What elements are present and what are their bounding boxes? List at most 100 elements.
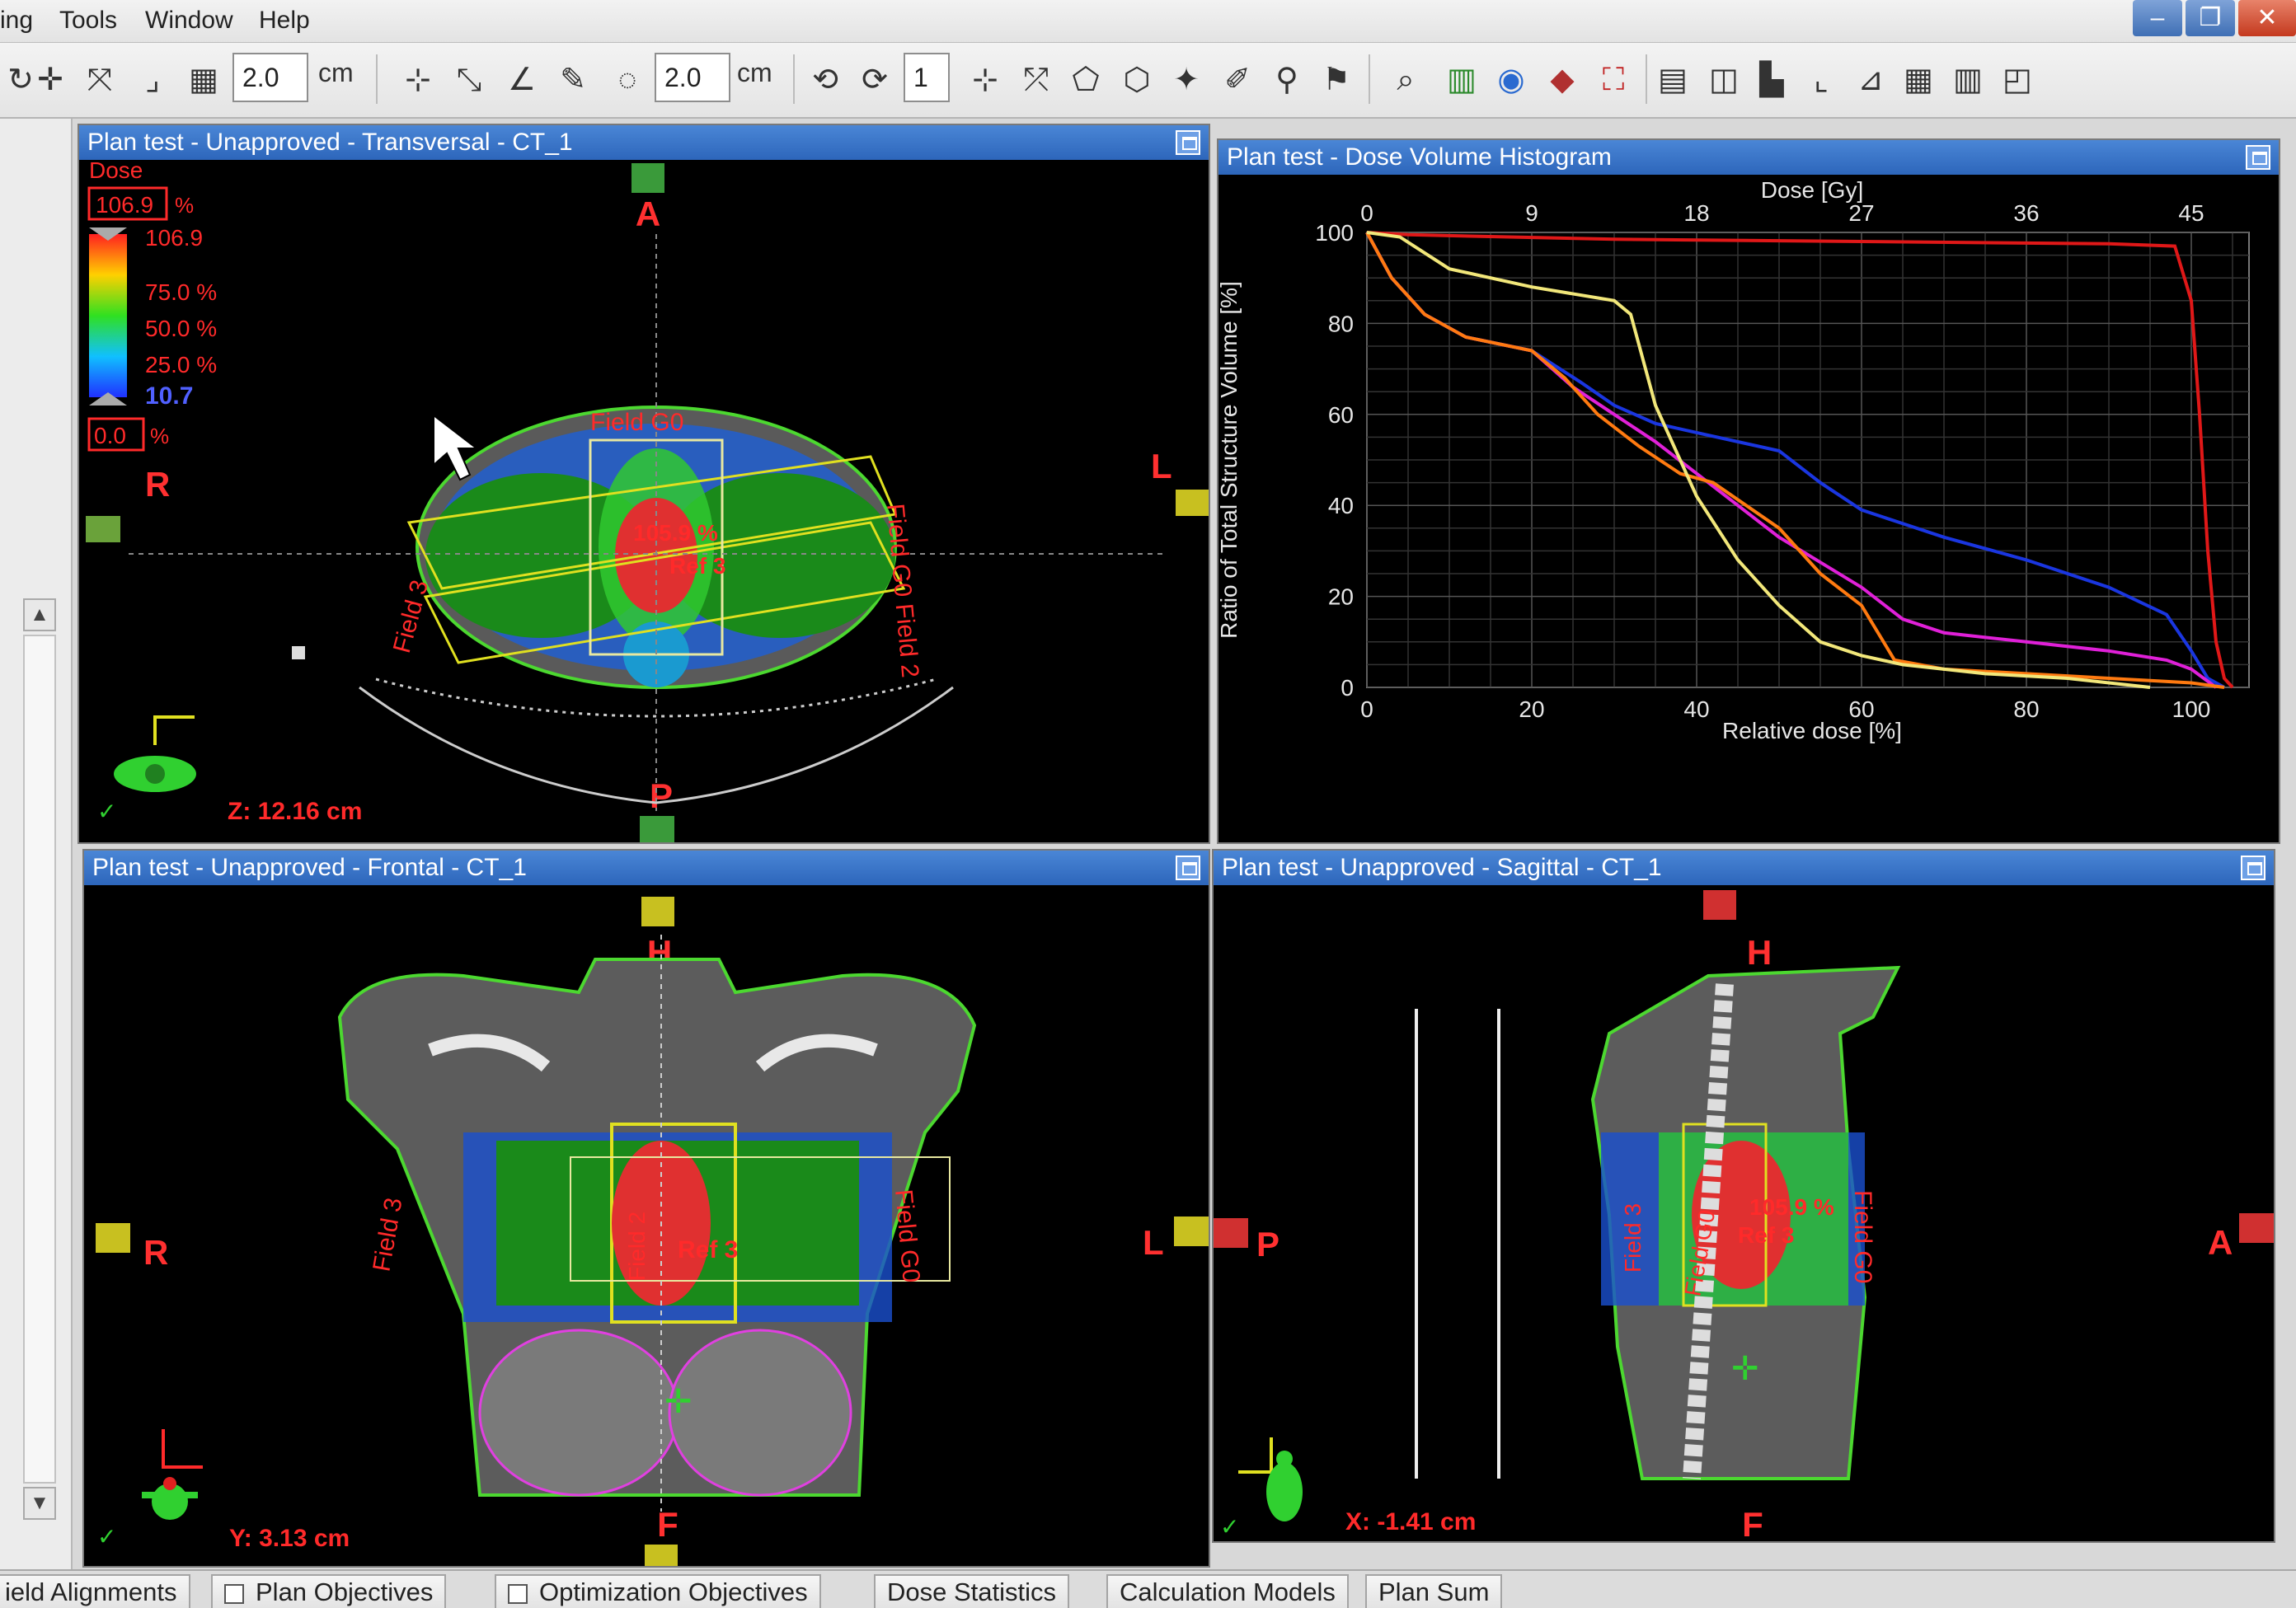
zoom-icon[interactable]: ⌕ — [1385, 58, 1426, 102]
left-sidebar: ▲ ▼ — [0, 119, 73, 1569]
rotate-right-icon[interactable]: ⟳ — [854, 58, 895, 102]
x-tick-label: 40 — [1683, 696, 1709, 722]
scroll-up-arrow[interactable]: ▲ — [23, 598, 56, 631]
shape2-icon[interactable]: ⬡ — [1116, 58, 1157, 102]
pin-icon[interactable]: ⚲ — [1266, 58, 1308, 102]
tab-calculation-models[interactable]: Calculation Models — [1106, 1574, 1349, 1608]
maximize-icon[interactable] — [2246, 145, 2270, 170]
crosshair-icon[interactable]: ✛ — [30, 58, 71, 102]
dvh-view[interactable]: Plan test - Dose Volume Histogram 0 20 40 6… — [1217, 138, 2280, 844]
chart-icon-5[interactable]: ⊿ — [1850, 58, 1891, 102]
orient-marker — [640, 816, 674, 842]
marker-square — [292, 646, 305, 659]
maximize-icon[interactable] — [1176, 856, 1200, 880]
measure-line-icon[interactable]: ⤡ — [448, 58, 490, 102]
dose-label: Dose — [89, 160, 143, 183]
tab-plan-sum[interactable]: Plan Sum — [1365, 1574, 1503, 1608]
scroll-down-arrow[interactable]: ▼ — [23, 1487, 56, 1520]
slice-step-field[interactable]: 1 — [904, 53, 950, 102]
frontal-view[interactable]: Plan test - Unapproved - Frontal - CT_1 … — [82, 849, 1210, 1568]
x-axis-label: Relative dose [%] — [1722, 718, 1902, 743]
ref-point-label: Ref 3 — [1738, 1222, 1794, 1248]
cube-icon[interactable]: ◆ — [1542, 58, 1583, 102]
tab-label: ield Alignments — [5, 1578, 177, 1606]
orient-A: A — [636, 195, 660, 233]
minimize-button[interactable]: – — [2133, 0, 2182, 36]
y-axis-label: Ratio of Total Structure Volume [%] — [1218, 281, 1242, 639]
chart-icon-3[interactable]: ▙ — [1751, 58, 1792, 102]
angle-icon[interactable]: ∠ — [501, 58, 542, 102]
level-75: 75.0 % — [145, 279, 217, 305]
point-add-icon[interactable]: ⊹ — [965, 58, 1006, 102]
x2-tick-label: 18 — [1683, 200, 1709, 226]
orient-marker — [1703, 890, 1736, 920]
tab-label: Dose Statistics — [887, 1578, 1057, 1606]
tab-checkbox[interactable] — [508, 1583, 528, 1604]
menu-item-window[interactable]: Window — [145, 7, 233, 35]
grid-icon[interactable]: ▦ — [183, 58, 224, 102]
scrollbar-track[interactable] — [23, 635, 56, 1484]
maximize-icon[interactable] — [2241, 856, 2265, 880]
margin-field[interactable]: 2.0 — [655, 53, 730, 102]
dose-max-value: 106.9 — [145, 225, 203, 251]
structure-icon[interactable]: ▥ — [1441, 58, 1482, 102]
move-icon[interactable]: ⤧ — [79, 58, 120, 102]
x2-tick-label: 9 — [1525, 200, 1538, 226]
isocenter-icon: ✛ — [1731, 1351, 1759, 1387]
field-label-center: Field 2 — [624, 1212, 650, 1281]
ruler-icon[interactable]: ⊹ — [397, 58, 439, 102]
level-50: 50.0 % — [145, 316, 217, 341]
chart-icon-4[interactable]: ⌞ — [1801, 58, 1842, 102]
panel-title: Plan test - Unapproved - Transversal - C… — [79, 125, 1209, 160]
wand-icon[interactable]: ✦ — [1166, 58, 1207, 102]
chart-icon-8[interactable]: ◰ — [1997, 58, 2038, 102]
tab-optimization-objectives[interactable]: Optimization Objectives — [495, 1574, 821, 1608]
menu-item-tools[interactable]: Tools — [59, 7, 117, 35]
dvh-chart: 0 20 40 60 80 1000 9 18 27 36 45020406080100 Relat… — [1218, 177, 2250, 743]
ref-point-label: Ref 3 — [669, 553, 725, 579]
split-icon[interactable]: ⤱ — [1016, 58, 1057, 102]
tab-dose-statistics[interactable]: Dose Statistics — [874, 1574, 1070, 1608]
fit-icon[interactable]: ⛶ — [1593, 58, 1634, 102]
orient-marker — [632, 163, 664, 193]
orient-marker — [641, 897, 674, 926]
shape-icon[interactable]: ⬠ — [1065, 58, 1106, 102]
orient-marker — [1176, 490, 1209, 516]
check-icon: ✓ — [97, 1524, 116, 1549]
organ-right — [668, 1329, 852, 1497]
grid-size-field[interactable]: 2.0 — [232, 53, 308, 102]
stamp-icon[interactable]: ⚑ — [1316, 58, 1357, 102]
menu-item-planning[interactable]: ing — [0, 7, 33, 35]
menu-item-help[interactable]: Help — [259, 7, 310, 35]
tab-plan-objectives[interactable]: Plan Objectives — [211, 1574, 447, 1608]
circle-tool-icon[interactable]: ◌ — [607, 58, 648, 102]
globe-icon[interactable]: ◉ — [1491, 58, 1532, 102]
maximize-icon[interactable] — [1176, 130, 1200, 155]
toolbar-separator — [793, 54, 795, 104]
corner-icon[interactable]: ⌟ — [132, 58, 173, 102]
chart-icon-2[interactable]: ◫ — [1703, 58, 1744, 102]
orient-A: A — [2208, 1223, 2233, 1262]
chart-icon-1[interactable]: ▤ — [1652, 58, 1693, 102]
rotate-left-icon[interactable]: ⟲ — [805, 58, 846, 102]
tab-label: Calculation Models — [1120, 1578, 1336, 1606]
brush-icon[interactable]: ✐ — [1217, 58, 1258, 102]
orientation-figure-icon — [1266, 1462, 1303, 1521]
sagittal-view[interactable]: Plan test - Unapproved - Sagittal - CT_1… — [1212, 849, 2275, 1543]
menu-bar: ing Tools Window Help – ❐ ✕ — [0, 0, 2296, 43]
slice-coordinate: Z: 12.16 cm — [228, 798, 362, 825]
chart-icon-6[interactable]: ▦ — [1898, 58, 1939, 102]
tab-checkbox[interactable] — [224, 1583, 244, 1604]
transversal-view[interactable]: Plan test - Unapproved - Transversal - C… — [77, 124, 1210, 844]
x-tick-label: 100 — [2172, 696, 2211, 722]
close-button[interactable]: ✕ — [2238, 0, 2296, 36]
tab-field-alignments[interactable]: ield Alignments — [0, 1574, 190, 1608]
check-icon: ✓ — [1220, 1514, 1239, 1540]
pencil-icon[interactable]: ✎ — [552, 58, 594, 102]
margin-unit: cm — [737, 58, 772, 87]
chart-icon-7[interactable]: ▥ — [1947, 58, 1988, 102]
orientation-axes — [162, 1429, 203, 1469]
restore-button[interactable]: ❐ — [2186, 0, 2235, 36]
field-label-right: Field G0 — [890, 1188, 925, 1284]
x2-tick-label: 36 — [2013, 200, 2039, 226]
